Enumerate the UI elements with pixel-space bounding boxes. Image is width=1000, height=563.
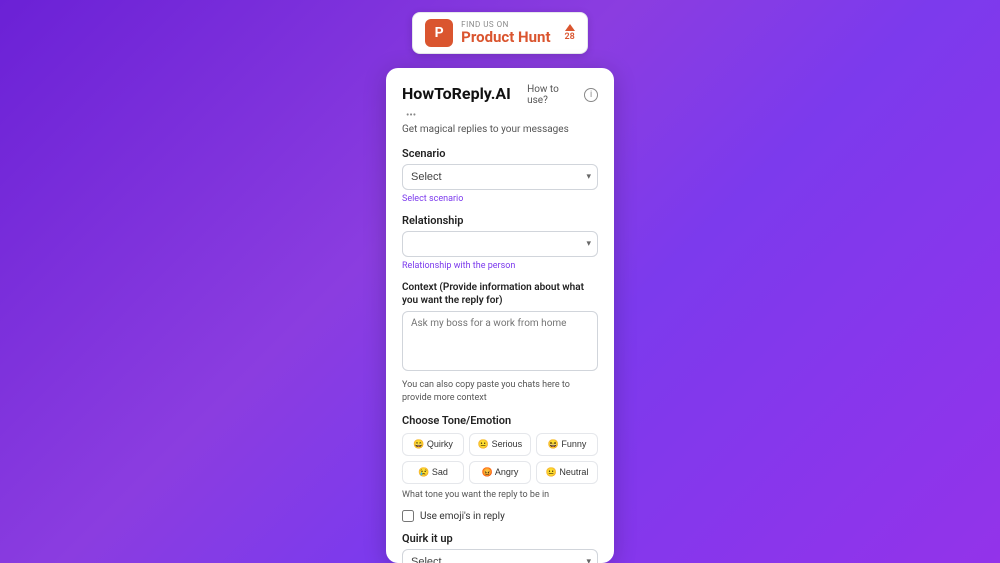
- quirk-label: Quirk it up: [402, 532, 598, 545]
- context-hint: You can also copy paste you chats here t…: [402, 379, 598, 404]
- context-label: Context (Provide information about what …: [402, 281, 598, 307]
- ph-upvote-icon: [565, 24, 575, 31]
- tone-field: Choose Tone/Emotion 😄 Quirky 😐 Serious 😆…: [402, 414, 598, 500]
- tone-quirky-button[interactable]: 😄 Quirky: [402, 433, 464, 456]
- ph-text-group: FIND US ON Product Hunt: [461, 20, 550, 46]
- relationship-field: Relationship Friend Colleague Boss Partn…: [402, 214, 598, 271]
- tone-serious-button[interactable]: 😐 Serious: [469, 433, 531, 456]
- tone-neutral-button[interactable]: 😐 Neutral: [536, 461, 598, 484]
- tone-sad-button[interactable]: 😢 Sad: [402, 461, 464, 484]
- product-hunt-banner[interactable]: P FIND US ON Product Hunt 28: [412, 12, 588, 54]
- scenario-field: Scenario Select Work Personal Social Dat…: [402, 147, 598, 204]
- quirk-field: Quirk it up Select Low Medium High ▾: [402, 532, 598, 563]
- how-to-use-button[interactable]: How to use? i: [527, 84, 598, 106]
- context-field: Context (Provide information about what …: [402, 281, 598, 404]
- relationship-select[interactable]: Friend Colleague Boss Partner Stranger: [402, 231, 598, 257]
- app-title-dots: •••: [406, 110, 416, 121]
- context-textarea[interactable]: [402, 311, 598, 371]
- info-icon: i: [584, 88, 598, 102]
- relationship-hint: Relationship with the person: [402, 261, 598, 271]
- quirk-select[interactable]: Select Low Medium High: [402, 549, 598, 563]
- ph-logo-icon: P: [425, 19, 453, 47]
- scenario-label: Scenario: [402, 147, 598, 160]
- emoji-checkbox[interactable]: [402, 510, 414, 522]
- scenario-hint: Select scenario: [402, 194, 598, 204]
- tone-grid: 😄 Quirky 😐 Serious 😆 Funny 😢 Sad 😡 Angry…: [402, 433, 598, 484]
- app-subtitle: Get magical replies to your messages: [402, 124, 598, 135]
- ph-vote-count[interactable]: 28: [565, 24, 575, 42]
- tone-label: Choose Tone/Emotion: [402, 414, 598, 427]
- main-card: HowToReply.AI ••• How to use? i Get magi…: [386, 68, 614, 563]
- tone-hint: What tone you want the reply to be in: [402, 490, 598, 500]
- tone-angry-button[interactable]: 😡 Angry: [469, 461, 531, 484]
- scenario-select-wrapper: Select Work Personal Social Dating ▾: [402, 164, 598, 190]
- relationship-label: Relationship: [402, 214, 598, 227]
- app-title: HowToReply.AI: [402, 84, 511, 103]
- card-header: HowToReply.AI ••• How to use? i: [402, 84, 598, 122]
- quirk-select-wrapper: Select Low Medium High ▾: [402, 549, 598, 563]
- relationship-select-wrapper: Friend Colleague Boss Partner Stranger ▾: [402, 231, 598, 257]
- emoji-option-label: Use emoji's in reply: [420, 511, 505, 522]
- app-title-row: HowToReply.AI •••: [402, 84, 527, 122]
- scenario-select[interactable]: Select Work Personal Social Dating: [402, 164, 598, 190]
- emoji-option-row: Use emoji's in reply: [402, 510, 598, 522]
- tone-funny-button[interactable]: 😆 Funny: [536, 433, 598, 456]
- ph-product-hunt-label: Product Hunt: [461, 29, 550, 46]
